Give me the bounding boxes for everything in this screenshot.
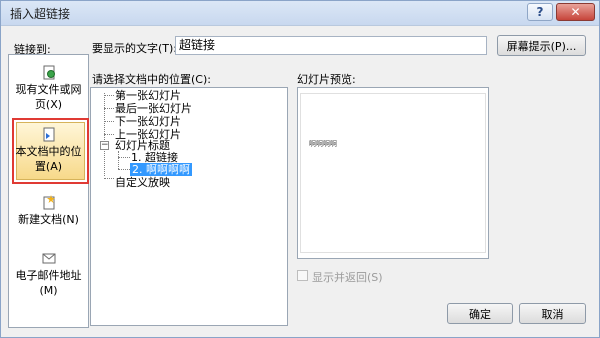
tree-line xyxy=(104,108,114,109)
sidebar-item-label: 新建文档(N) xyxy=(18,213,79,226)
tree-line xyxy=(118,157,130,158)
place-tree[interactable]: 第一张幻灯片 最后一张幻灯片 下一张幻灯片 上一张幻灯片 − 幻灯片标题 1. … xyxy=(90,87,288,326)
sidebar-item-label: 电子邮件地址 xyxy=(15,269,82,282)
screentip-button[interactable]: 屏幕提示(P)... xyxy=(497,35,586,56)
tree-node[interactable]: 最后一张幻灯片 xyxy=(115,102,192,115)
help-icon: ? xyxy=(536,5,544,19)
sidebar-item-label: 置(A) xyxy=(34,160,63,173)
cancel-button[interactable]: 取消 xyxy=(519,303,586,324)
document-place-icon xyxy=(43,127,54,142)
place-list-label: 请选择文档中的位置(C): xyxy=(92,73,211,86)
display-text-label: 要显示的文字(T): xyxy=(92,42,178,55)
tree-line xyxy=(104,95,114,96)
tree-node-selected[interactable]: 2. 啊啊啊啊 xyxy=(130,163,192,176)
link-to-sidebar: 现有文件或网 页(X) 本文档中的位 置(A) 新建文档(N) 电子邮件地址 (… xyxy=(8,54,89,328)
slide-thumbnail: 啊啊啊啊 xyxy=(300,93,486,253)
dialog-title: 插入超链接 xyxy=(10,7,71,21)
sidebar-item-label: 页(X) xyxy=(34,98,63,111)
sidebar-item-email-address[interactable]: 电子邮件地址 (M) xyxy=(9,251,88,298)
tree-line xyxy=(118,151,119,169)
insert-hyperlink-dialog: 插入超链接 ? ✕ 链接到: 现有文件或网 页(X) 本文档中的位 置(A) 新… xyxy=(0,0,600,338)
title-bar: 插入超链接 ? ✕ xyxy=(1,1,599,26)
ok-button[interactable]: 确定 xyxy=(447,303,513,324)
show-and-return-label: 显示并返回(S) xyxy=(312,271,383,284)
slide-preview-label: 幻灯片预览: xyxy=(297,73,356,86)
new-document-icon xyxy=(43,195,55,210)
sidebar-item-label: 现有文件或网 xyxy=(15,83,82,96)
tree-line xyxy=(104,134,114,135)
email-icon xyxy=(42,253,55,264)
sidebar-item-label: 本文档中的位 xyxy=(15,145,82,158)
display-text-field[interactable]: 超链接 xyxy=(175,36,487,55)
tree-node[interactable]: 下一张幻灯片 xyxy=(115,115,181,128)
help-button[interactable]: ? xyxy=(527,3,553,21)
file-globe-icon xyxy=(43,65,55,80)
tree-node[interactable]: 自定义放映 xyxy=(115,176,170,189)
sidebar-item-label: (M) xyxy=(39,284,58,297)
slide-thumbnail-text: 啊啊啊啊 xyxy=(309,140,337,148)
tree-node[interactable]: 第一张幻灯片 xyxy=(115,89,181,102)
collapse-icon[interactable]: − xyxy=(100,141,109,150)
close-icon: ✕ xyxy=(570,5,581,19)
sidebar-item-new-document[interactable]: 新建文档(N) xyxy=(9,195,88,227)
sidebar-item-existing-file[interactable]: 现有文件或网 页(X) xyxy=(9,65,88,112)
close-button[interactable]: ✕ xyxy=(556,3,595,21)
slide-preview-panel: 啊啊啊啊 xyxy=(297,87,489,259)
show-and-return-checkbox[interactable] xyxy=(297,270,308,281)
tree-line xyxy=(104,178,114,179)
tree-line xyxy=(104,121,114,122)
tree-line xyxy=(118,169,130,170)
sidebar-item-place-in-document[interactable]: 本文档中的位 置(A) xyxy=(9,127,88,174)
